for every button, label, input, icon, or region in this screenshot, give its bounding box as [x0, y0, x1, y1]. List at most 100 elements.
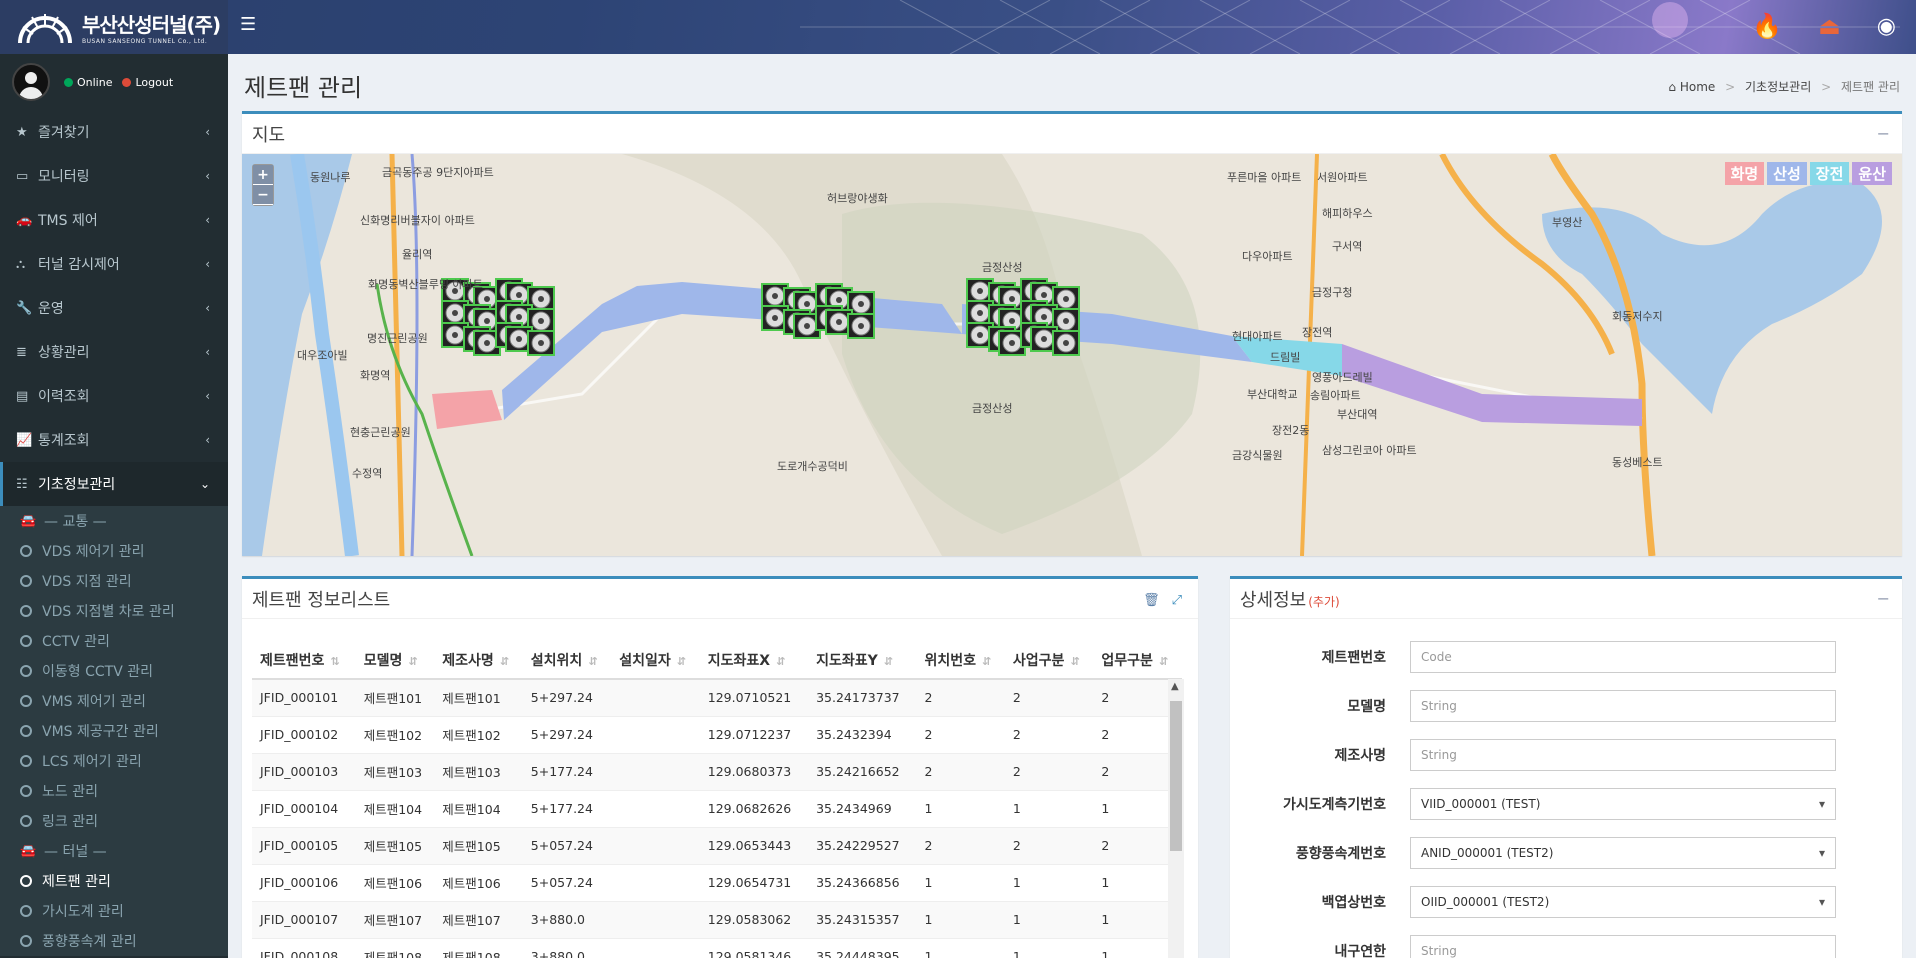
select-field[interactable]: ANID_000001 (TEST2): [1410, 837, 1836, 869]
table-row[interactable]: JFID_000103 제트팬103 제트팬103 5+177.24 129.06803…: [252, 752, 1182, 790]
submenu-item[interactable]: 이동형 CCTV 관리: [0, 656, 228, 686]
submenu-item[interactable]: 노드 관리: [0, 776, 228, 806]
breadcrumb-level1[interactable]: 기초정보관리: [1745, 80, 1811, 94]
text-input[interactable]: String: [1410, 935, 1836, 958]
text-input[interactable]: Code: [1410, 641, 1836, 673]
sidebar-item-0[interactable]: ★ 즐겨찾기 ‹: [0, 110, 228, 154]
scroll-up-icon[interactable]: ▲: [1171, 681, 1179, 692]
sidebar-item-5[interactable]: ≣ 상황관리 ‹: [0, 330, 228, 374]
submenu-item[interactable]: 링크 관리: [0, 806, 228, 836]
sort-icon[interactable]: ⇵: [408, 655, 417, 668]
table-cell: 129.0654731: [699, 863, 809, 901]
chevron-left-icon: ‹: [205, 433, 210, 447]
sidebar-item-4[interactable]: 🔧 운영 ‹: [0, 286, 228, 330]
column-header-label: 설치위치: [530, 652, 583, 669]
table-cell: JFID_000105: [252, 826, 356, 864]
table-row[interactable]: JFID_000104 제트팬104 제트팬104 5+177.24 129.06826…: [252, 789, 1182, 827]
sidebar-item-1[interactable]: ▭ 모니터링 ‹: [0, 154, 228, 198]
legend-item[interactable]: 산성: [1767, 162, 1807, 185]
sidebar-item-7[interactable]: 📈 통계조회 ‹: [0, 418, 228, 462]
detail-collapse-button[interactable]: −: [1877, 589, 1890, 608]
logout-link[interactable]: Logout: [122, 76, 173, 89]
table-cell: 제트팬102: [434, 715, 523, 753]
column-header[interactable]: 제트팬번호 ⇅: [252, 641, 356, 680]
column-header[interactable]: 지도좌표X ⇵: [699, 641, 809, 680]
text-input[interactable]: String: [1410, 690, 1836, 722]
sort-icon[interactable]: ⇵: [1070, 655, 1079, 668]
submenu-item[interactable]: VDS 제어기 관리: [0, 536, 228, 566]
form-label: 풍향풍속계번호: [1295, 846, 1386, 862]
submenu-item[interactable]: LCS 제어기 관리: [0, 746, 228, 776]
table-cell: 2: [1004, 752, 1094, 790]
zoom-in-button[interactable]: +: [253, 165, 273, 185]
scrollbar-thumb[interactable]: [1170, 701, 1182, 851]
user-panel: Online Logout: [0, 54, 228, 110]
legend-item[interactable]: 장전: [1809, 162, 1850, 185]
tunnel-map[interactable]: 동원나루 금곡동주공 9단지아파트 허브랑야생화 푸른마을 아파트 서원아파트 해피하우스…: [242, 154, 1902, 556]
column-header[interactable]: 제조사명 ⇵: [434, 641, 523, 680]
table-row[interactable]: JFID_000106 제트팬106 제트팬106 5+057.24 129.06547…: [252, 863, 1182, 901]
user-account-icon[interactable]: ◉: [1877, 14, 1896, 39]
zoom-out-button[interactable]: −: [253, 185, 273, 205]
brand-name-en: BUSAN SANSEONG TUNNEL Co., Ltd.: [82, 38, 208, 45]
sidebar-item-8[interactable]: ☷ 기초정보관리 ⌄: [0, 462, 228, 506]
table-row[interactable]: JFID_000101 제트팬101 제트팬101 5+297.24 129.07105…: [252, 678, 1182, 716]
sidebar-item-2[interactable]: 🚗 TMS 제어 ‹: [0, 198, 228, 242]
delete-icon[interactable]: 🗑: [1143, 593, 1160, 608]
form-label: 모델명: [1347, 699, 1386, 715]
sort-icon[interactable]: ⇵: [776, 655, 785, 668]
list-panel-title: 제트팬 정보리스트: [252, 589, 391, 611]
submenu-item[interactable]: VDS 지점 관리: [0, 566, 228, 596]
table-row[interactable]: JFID_000107 제트팬107 제트팬107 3+880.0 129.058306…: [252, 900, 1182, 938]
column-header[interactable]: 사업구분 ⇵: [1004, 641, 1094, 680]
sidebar-item-label: 이력조회: [38, 389, 90, 405]
sort-icon[interactable]: ⇵: [1159, 655, 1168, 668]
submenu-item[interactable]: CCTV 관리: [0, 626, 228, 656]
sort-icon[interactable]: ⇵: [677, 655, 686, 668]
table-cell: 제트팬108: [434, 937, 523, 958]
sidebar-item-3[interactable]: ⛬ 터널 감시제어 ‹: [0, 242, 228, 286]
jetfan-marker-icon[interactable]: [847, 313, 875, 339]
submenu-item[interactable]: 풍향풍속계 관리: [0, 926, 228, 956]
circle-icon: [20, 545, 32, 557]
table-scrollbar[interactable]: ▲: [1168, 679, 1184, 958]
column-header[interactable]: 모델명 ⇵: [355, 641, 435, 680]
table-cell: [611, 715, 700, 753]
sidebar-item-6[interactable]: ▤ 이력조회 ‹: [0, 374, 228, 418]
sort-icon[interactable]: ⇵: [884, 655, 893, 668]
jetfan-marker-icon[interactable]: [527, 330, 555, 356]
sort-icon[interactable]: ⇵: [982, 655, 991, 668]
column-header[interactable]: 업무구분 ⇵: [1093, 641, 1182, 680]
table-row[interactable]: JFID_000105 제트팬105 제트팬105 5+057.24 129.06534…: [252, 826, 1182, 864]
expand-icon[interactable]: ⤢: [1172, 593, 1182, 608]
sort-icon[interactable]: ⇅: [330, 655, 339, 668]
table-cell: 129.0583062: [699, 900, 809, 938]
submenu-item[interactable]: VMS 제공구간 관리: [0, 716, 228, 746]
legend-item[interactable]: 윤산: [1852, 162, 1892, 185]
fire-alarm-icon[interactable]: 🔥: [1752, 12, 1782, 40]
table-row[interactable]: JFID_000108 제트팬108 제트팬108 3+880.0 129.058134…: [252, 937, 1182, 958]
siren-icon[interactable]: ⏏: [1818, 12, 1841, 40]
chevron-left-icon: ‹: [205, 301, 210, 315]
column-header[interactable]: 설치일자 ⇵: [611, 641, 700, 680]
sort-icon[interactable]: ⇵: [588, 655, 597, 668]
submenu-item[interactable]: 제트팬 관리: [0, 866, 228, 896]
submenu-item[interactable]: 가시도계 관리: [0, 896, 228, 926]
submenu-item[interactable]: VMS 제어기 관리: [0, 686, 228, 716]
map-canvas[interactable]: 동원나루 금곡동주공 9단지아파트허브랑야생화 푸른마을 아파트 서원아파트해피하우스…: [242, 154, 1902, 556]
sidebar-toggle-icon[interactable]: ☰: [240, 14, 262, 36]
jetfan-marker-icon[interactable]: [1052, 330, 1080, 356]
column-header[interactable]: 위치번호 ⇵: [916, 641, 1005, 680]
collapse-button[interactable]: −: [1877, 124, 1890, 143]
column-header[interactable]: 설치위치 ⇵: [522, 641, 612, 680]
select-field[interactable]: OIID_000001 (TEST2): [1410, 886, 1836, 918]
text-input[interactable]: String: [1410, 739, 1836, 771]
select-field[interactable]: VIID_000001 (TEST): [1410, 788, 1836, 820]
brand-logo[interactable]: 부산산성터널(주) BUSAN SANSEONG TUNNEL Co., Ltd…: [0, 0, 228, 54]
submenu-item[interactable]: VDS 지점별 차로 관리: [0, 596, 228, 626]
sort-icon[interactable]: ⇵: [500, 655, 509, 668]
column-header[interactable]: 지도좌표Y ⇵: [808, 641, 917, 680]
breadcrumb-home[interactable]: Home: [1680, 80, 1715, 94]
legend-item[interactable]: 화명: [1724, 162, 1765, 185]
table-row[interactable]: JFID_000102 제트팬102 제트팬102 5+297.24 129.07122…: [252, 715, 1182, 753]
